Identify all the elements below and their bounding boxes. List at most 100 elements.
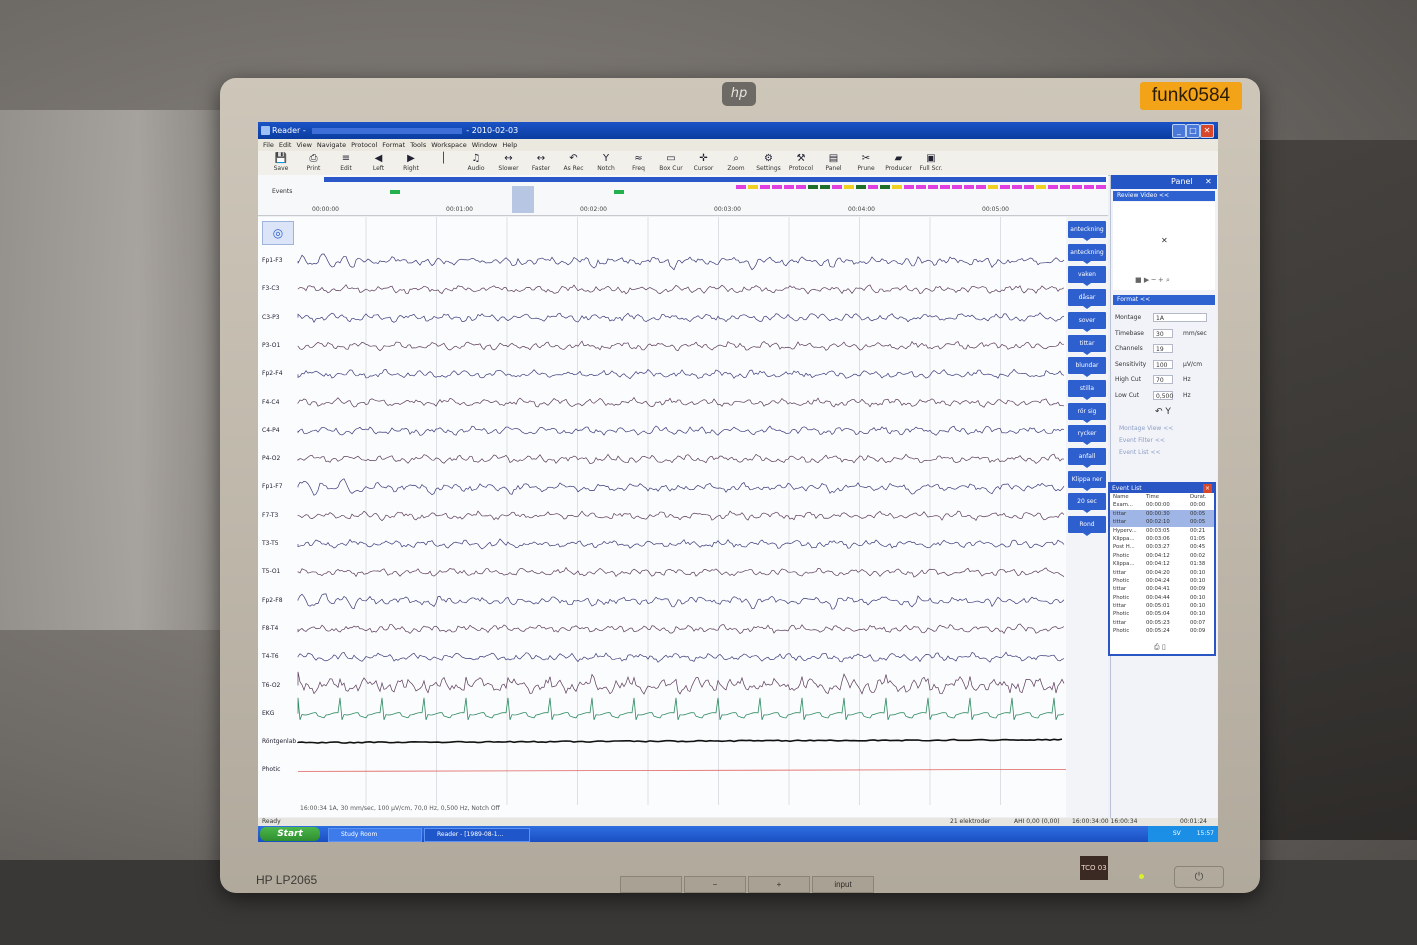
minimize-button[interactable]: _ <box>1172 124 1186 138</box>
event-list-close-icon[interactable]: × <box>1202 484 1212 493</box>
task-reader[interactable]: Reader - [1989-08-1... <box>424 828 530 842</box>
notch-button[interactable]: Y Notch <box>591 153 621 172</box>
annotation-button-5[interactable]: tittar <box>1068 334 1106 355</box>
event-row[interactable]: Photic 00:04:24 00:10 <box>1110 577 1214 585</box>
event-marker[interactable] <box>736 185 746 189</box>
format-header[interactable]: Format << <box>1113 295 1215 305</box>
event-marker[interactable] <box>1084 185 1094 189</box>
event-marker[interactable] <box>1060 185 1070 189</box>
annotation-button-3[interactable]: dåsar <box>1068 289 1106 310</box>
monitor-minus-button[interactable]: − <box>684 876 746 893</box>
annotation-button-1[interactable]: anteckning <box>1068 243 1106 264</box>
annotation-button-7[interactable]: stilla <box>1068 379 1106 400</box>
event-row[interactable]: tittar 00:05:23 00:07 <box>1110 619 1214 627</box>
menu-workspace[interactable]: Workspace <box>431 141 467 149</box>
event-marker[interactable] <box>856 185 866 189</box>
menu-file[interactable]: File <box>263 141 274 149</box>
menu-navigate[interactable]: Navigate <box>317 141 346 149</box>
monitor-input-button[interactable]: input <box>812 876 874 893</box>
panel-link[interactable]: Montage View << <box>1119 425 1173 432</box>
power-button[interactable]: ⏻ <box>1174 866 1224 888</box>
menu-help[interactable]: Help <box>502 141 517 149</box>
field-select[interactable]: 0,500 <box>1153 390 1173 400</box>
prune-button[interactable]: ✂ Prune <box>851 153 881 172</box>
eeg-trace-area[interactable]: ◎ Fp1-F3 F3-C3 C3-P3 P3-O1 Fp2-F4 F4-C4 C4-P4 P… <box>258 217 1066 817</box>
timeline-range-bar[interactable] <box>324 177 1106 182</box>
annotation-button-13[interactable]: Rond <box>1068 516 1106 537</box>
event-marker[interactable] <box>928 185 938 189</box>
event-row[interactable]: Hyperv... 00:03:05 00:21 <box>1110 527 1214 535</box>
event-row[interactable]: tittar 00:05:01 00:10 <box>1110 602 1214 610</box>
annotation-button-2[interactable]: vaken <box>1068 266 1106 287</box>
menu-view[interactable]: View <box>296 141 311 149</box>
menu-format[interactable]: Format <box>382 141 405 149</box>
event-marker[interactable] <box>940 185 950 189</box>
right-button[interactable]: ▶ Right <box>396 153 426 172</box>
review-video-header[interactable]: Review Video << <box>1113 191 1215 201</box>
menu-tools[interactable]: Tools <box>410 141 426 149</box>
annotation-button-12[interactable]: 20 sec <box>1068 493 1106 514</box>
event-marker[interactable] <box>1024 185 1034 189</box>
event-marker[interactable] <box>614 190 624 194</box>
event-row[interactable]: tittar 00:04:20 00:10 <box>1110 569 1214 577</box>
event-row[interactable]: Photic 00:04:44 00:10 <box>1110 594 1214 602</box>
event-marker[interactable] <box>964 185 974 189</box>
event-row[interactable]: Photic 00:05:04 00:10 <box>1110 610 1214 618</box>
monitor-menu-button[interactable] <box>620 876 682 893</box>
event-row[interactable]: Photic 00:04:12 00:02 <box>1110 552 1214 560</box>
event-marker[interactable] <box>1096 185 1106 189</box>
producer-button[interactable]: ▰ Producer <box>884 153 914 172</box>
event-marker[interactable] <box>844 185 854 189</box>
event-marker[interactable] <box>390 190 400 194</box>
event-row[interactable]: Photic 00:05:24 00:09 <box>1110 627 1214 635</box>
menu-window[interactable]: Window <box>472 141 498 149</box>
event-row[interactable]: Klippa... 00:04:12 01:38 <box>1110 560 1214 568</box>
event-marker[interactable] <box>1036 185 1046 189</box>
annotation-button-9[interactable]: rycker <box>1068 425 1106 446</box>
event-marker[interactable] <box>772 185 782 189</box>
audio-button[interactable]: ♫ Audio <box>461 153 491 172</box>
video-controls[interactable]: ■ ▶ ─ + ⌕ <box>1135 276 1170 285</box>
panel-link[interactable]: Event List << <box>1119 449 1161 456</box>
field-select[interactable]: 70 <box>1153 375 1173 384</box>
zoom-button[interactable]: ⌕ Zoom <box>721 153 751 172</box>
annotation-button-11[interactable]: Klippa ner <box>1068 470 1106 491</box>
annotation-button-4[interactable]: sover <box>1068 311 1106 332</box>
event-marker[interactable] <box>1012 185 1022 189</box>
event-marker[interactable] <box>1072 185 1082 189</box>
event-row[interactable]: Klippa... 00:03:06 01:05 <box>1110 535 1214 543</box>
language-indicator[interactable]: SV <box>1173 830 1181 837</box>
undo-filter-icons[interactable]: ↶ Y <box>1155 407 1171 417</box>
event-row[interactable]: tittar 00:00:30 00:05 <box>1110 509 1214 519</box>
slower-button[interactable]: ↔ Slower <box>494 153 524 172</box>
panel-close-icon[interactable]: ✕ <box>1205 175 1212 189</box>
event-marker[interactable] <box>880 185 890 189</box>
panel-link[interactable]: Event Filter << <box>1119 437 1165 444</box>
event-marker[interactable] <box>892 185 902 189</box>
annotation-button-8[interactable]: rör sig <box>1068 402 1106 423</box>
annotation-button-6[interactable]: blundar <box>1068 357 1106 378</box>
field-select[interactable]: 19 <box>1153 344 1173 353</box>
print-export-icons[interactable]: ⎙ ▯ <box>1154 643 1166 652</box>
field-select[interactable]: 100 <box>1153 359 1173 369</box>
event-marker[interactable] <box>748 185 758 189</box>
print-button[interactable]: ⎙ Print <box>299 153 329 172</box>
event-marker[interactable] <box>916 185 926 189</box>
box-cur-button[interactable]: ▭ Box Cur <box>656 153 686 172</box>
monitor-plus-button[interactable]: + <box>748 876 810 893</box>
protocol-button[interactable]: ⚒ Protocol <box>786 153 816 172</box>
panel-button[interactable]: ▤ Panel <box>819 153 849 172</box>
event-row[interactable]: tittar 00:04:41 00:09 <box>1110 585 1214 593</box>
field-select[interactable]: 30 <box>1153 328 1173 338</box>
save-button[interactable]: 💾 Save <box>266 153 296 172</box>
event-marker[interactable] <box>988 185 998 189</box>
marker-button[interactable]: │ <box>429 153 459 165</box>
event-row[interactable]: Exam... 00:00:00 00:00 <box>1110 501 1214 509</box>
event-marker[interactable] <box>904 185 914 189</box>
left-button[interactable]: ◀ Left <box>364 153 394 172</box>
freq-button[interactable]: ≈ Freq <box>624 153 654 172</box>
event-marker[interactable] <box>808 185 818 189</box>
cursor-button[interactable]: ✛ Cursor <box>689 153 719 172</box>
task-study-room[interactable]: Study Room <box>328 828 422 842</box>
video-close-icon[interactable]: ✕ <box>1161 236 1168 245</box>
